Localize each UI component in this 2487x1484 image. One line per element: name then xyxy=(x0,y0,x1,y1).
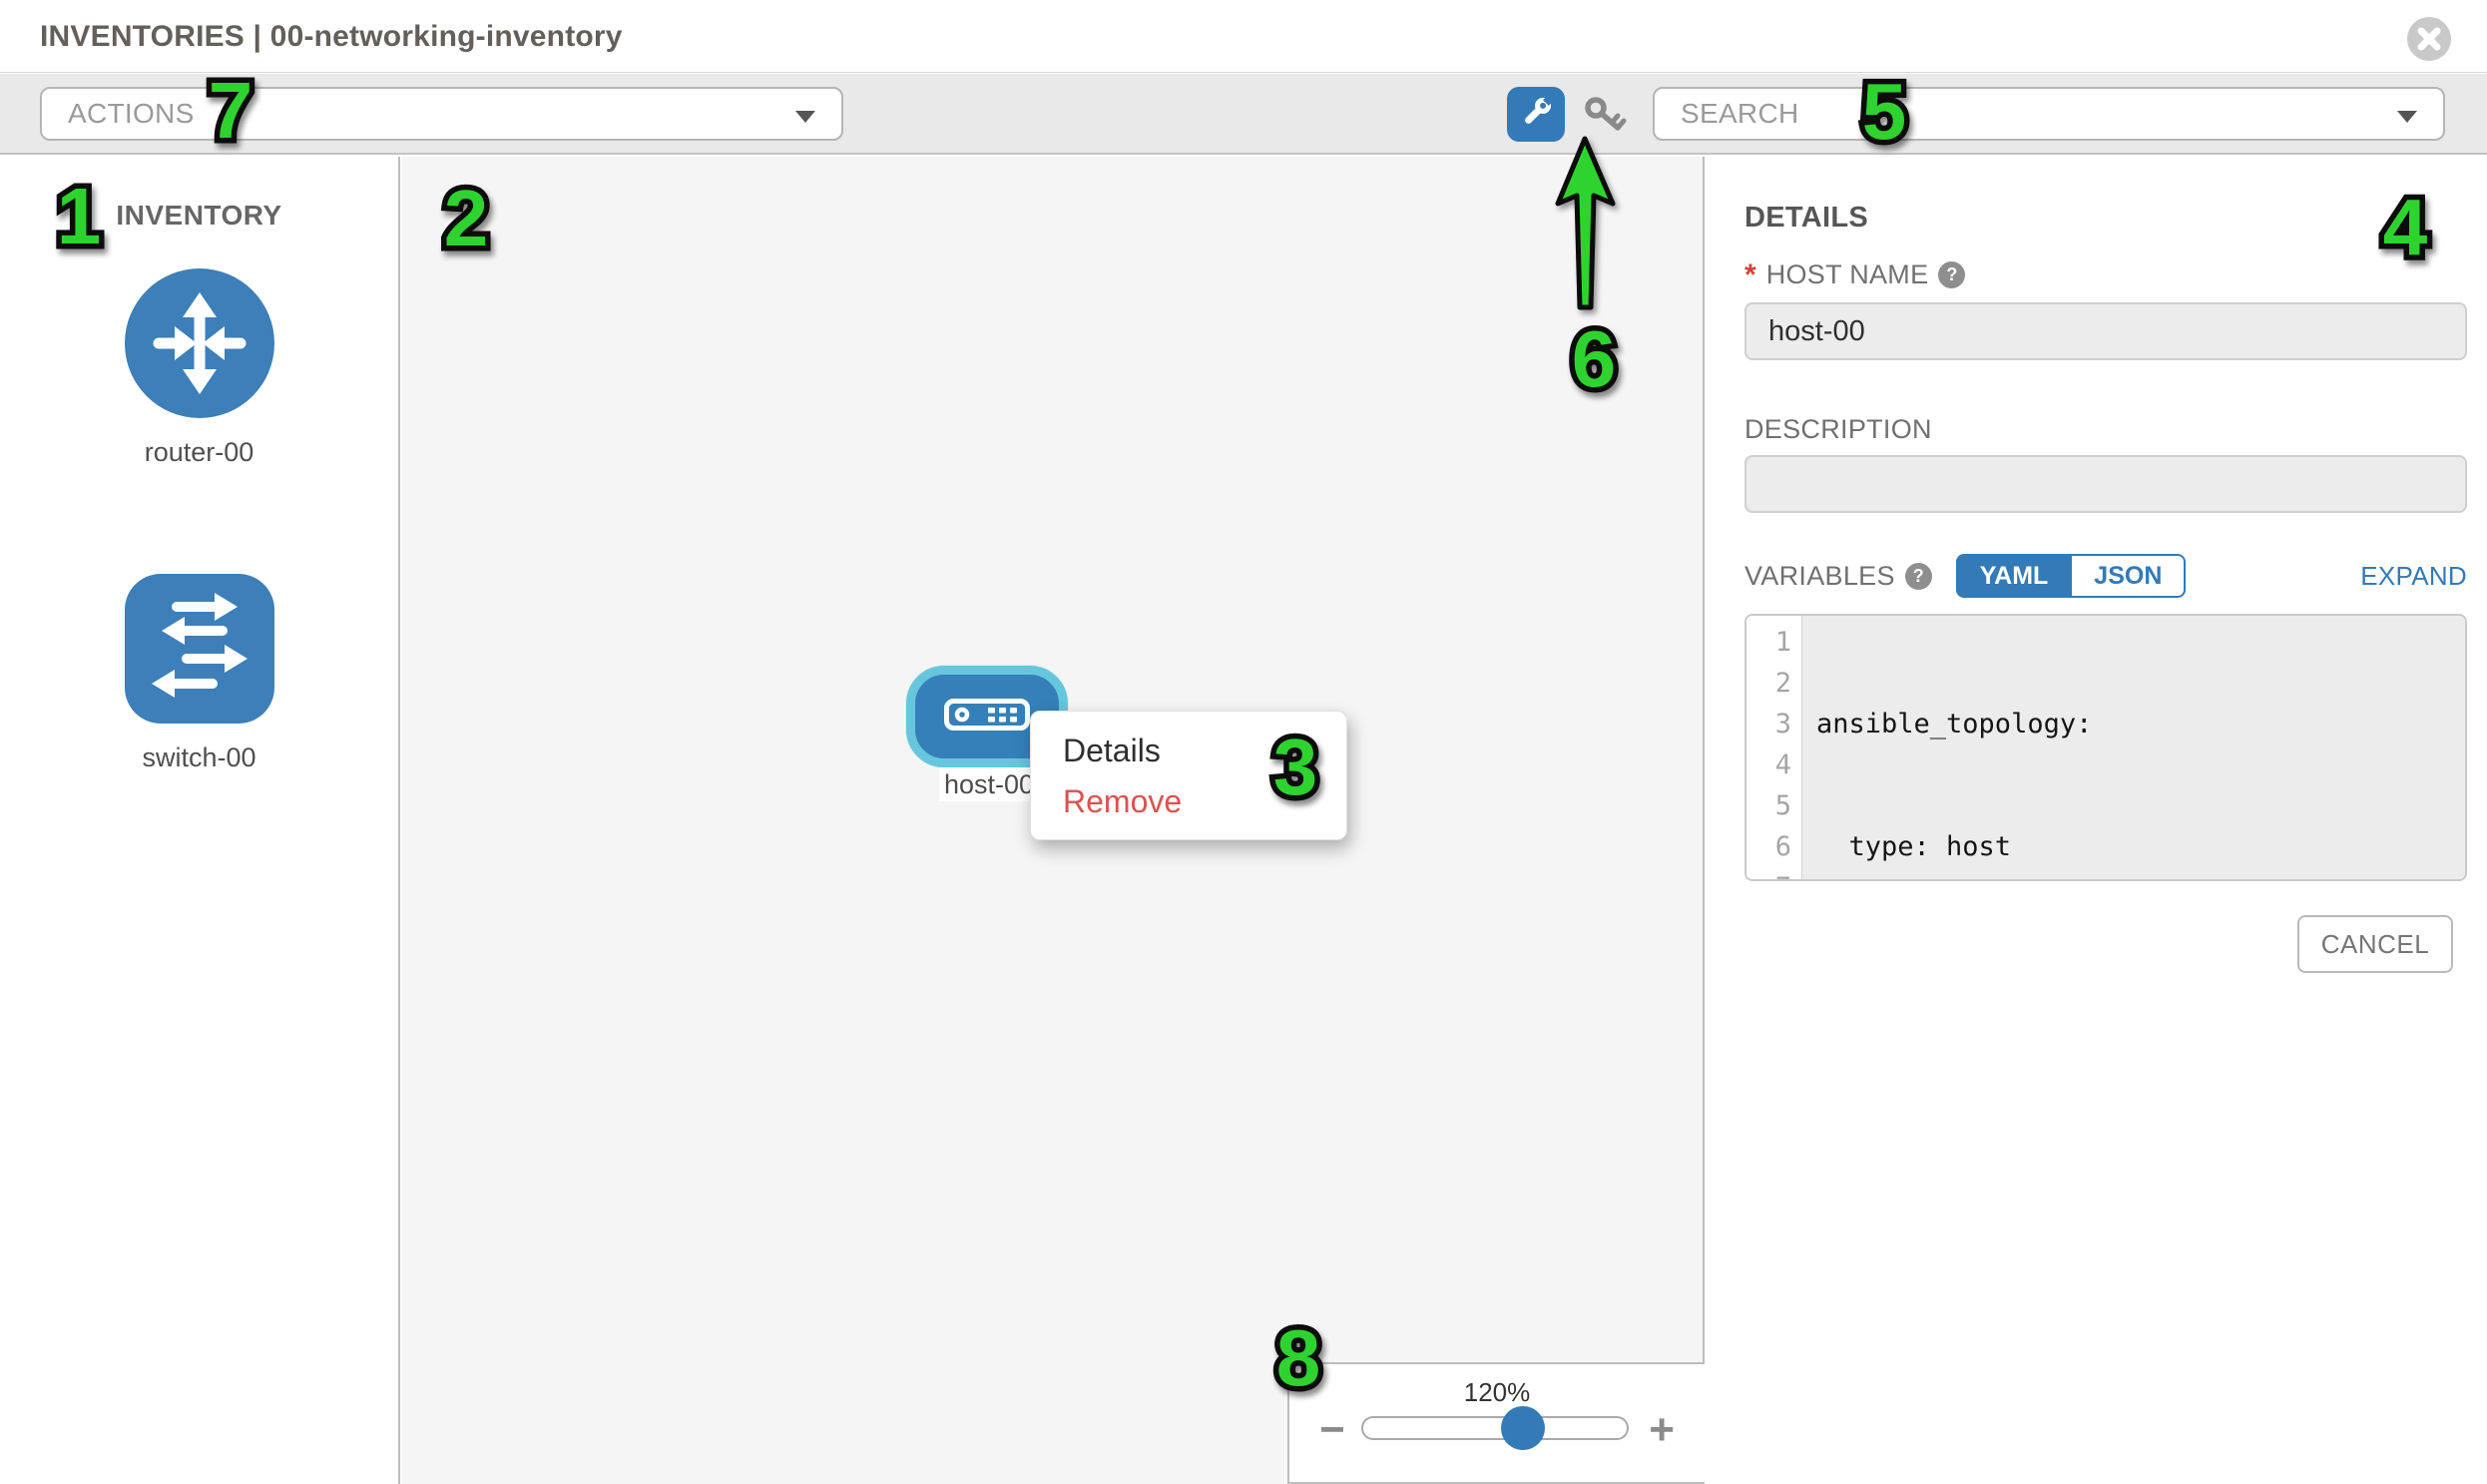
zoom-slider-thumb[interactable] xyxy=(1501,1406,1545,1450)
switch-icon xyxy=(125,711,274,728)
search-dropdown-label: SEARCH xyxy=(1681,98,1799,130)
page-header: INVENTORIES | 00-networking-inventory xyxy=(0,0,2487,73)
expand-link[interactable]: EXPAND xyxy=(2360,561,2467,592)
context-menu-item-remove[interactable]: Remove xyxy=(1031,776,1346,827)
description-field[interactable] xyxy=(1744,455,2467,513)
page-title: INVENTORIES | 00-networking-inventory xyxy=(40,0,623,73)
node-label: host-00 xyxy=(939,767,1039,801)
key-icon xyxy=(1582,125,1630,142)
host-name-label: HOST NAME xyxy=(1766,259,1929,290)
sidebar-device-switch[interactable]: switch-00 xyxy=(0,574,398,773)
actions-dropdown-label: ACTIONS xyxy=(68,98,195,130)
details-panel: DETAILS * HOST NAME ? host-00 DESCRIPTIO… xyxy=(1707,157,2487,1484)
key-button[interactable] xyxy=(1582,94,1630,138)
tab-yaml[interactable]: YAML xyxy=(1956,554,2073,598)
variables-label: VARIABLES xyxy=(1744,561,1895,592)
device-label: router-00 xyxy=(0,437,398,468)
chevron-down-icon xyxy=(2397,111,2417,123)
code-text-area[interactable]: ansible_topology: type: host name: host-… xyxy=(1802,616,2465,879)
zoom-slider-track[interactable] xyxy=(1361,1416,1629,1440)
tab-json[interactable]: JSON xyxy=(2072,554,2186,598)
code-line: ansible_topology: xyxy=(1816,704,2465,744)
zoom-in-button[interactable]: + xyxy=(1649,1408,1675,1452)
cancel-button[interactable]: CANCEL xyxy=(2297,915,2453,973)
chevron-down-icon xyxy=(795,111,815,123)
wrench-icon xyxy=(1516,93,1556,136)
description-label: DESCRIPTION xyxy=(1744,414,1932,445)
help-icon[interactable]: ? xyxy=(1905,563,1932,590)
context-menu-item-details[interactable]: Details xyxy=(1031,726,1346,776)
toolbar: ACTIONS xyxy=(0,74,2487,155)
variables-code-editor: 1 2 3 4 5 6 7 ansible_topology: type: ho… xyxy=(1744,614,2467,881)
inventory-sidebar: INVENTORY xyxy=(0,157,400,1484)
variables-format-toggle: YAML JSON xyxy=(1956,554,2187,598)
zoom-level-readout: 120% xyxy=(1289,1377,1705,1408)
description-label-row: DESCRIPTION xyxy=(1744,414,1932,445)
search-dropdown[interactable]: SEARCH xyxy=(1653,87,2445,141)
sidebar-heading: INVENTORY xyxy=(0,200,398,232)
router-icon xyxy=(125,405,274,422)
sidebar-device-router[interactable]: router-00 xyxy=(0,268,398,468)
variables-row: VARIABLES ? YAML JSON EXPAND xyxy=(1744,554,2467,598)
host-name-label-row: * HOST NAME ? xyxy=(1744,259,1965,290)
toolbox-button[interactable] xyxy=(1507,87,1565,142)
zoom-control: 120% − + xyxy=(1287,1362,1705,1484)
topology-canvas[interactable]: host-00 Details Remove 120% − + xyxy=(402,157,1705,1484)
help-icon[interactable]: ? xyxy=(1938,261,1965,288)
code-line-numbers: 1 2 3 4 5 6 7 xyxy=(1746,616,1802,879)
context-menu: Details Remove xyxy=(1030,711,1347,840)
close-icon xyxy=(2406,50,2452,65)
actions-dropdown[interactable]: ACTIONS xyxy=(40,87,843,141)
code-line: type: host xyxy=(1816,826,2465,867)
details-heading: DETAILS xyxy=(1744,202,1868,235)
required-asterisk: * xyxy=(1744,260,1756,290)
close-button[interactable] xyxy=(2406,16,2452,62)
host-name-field[interactable]: host-00 xyxy=(1744,302,2467,360)
host-server-icon xyxy=(944,699,1030,736)
zoom-out-button[interactable]: − xyxy=(1319,1408,1345,1452)
inventory-topology-app: INVENTORIES | 00-networking-inventory AC… xyxy=(0,0,2487,1484)
device-label: switch-00 xyxy=(0,742,398,773)
